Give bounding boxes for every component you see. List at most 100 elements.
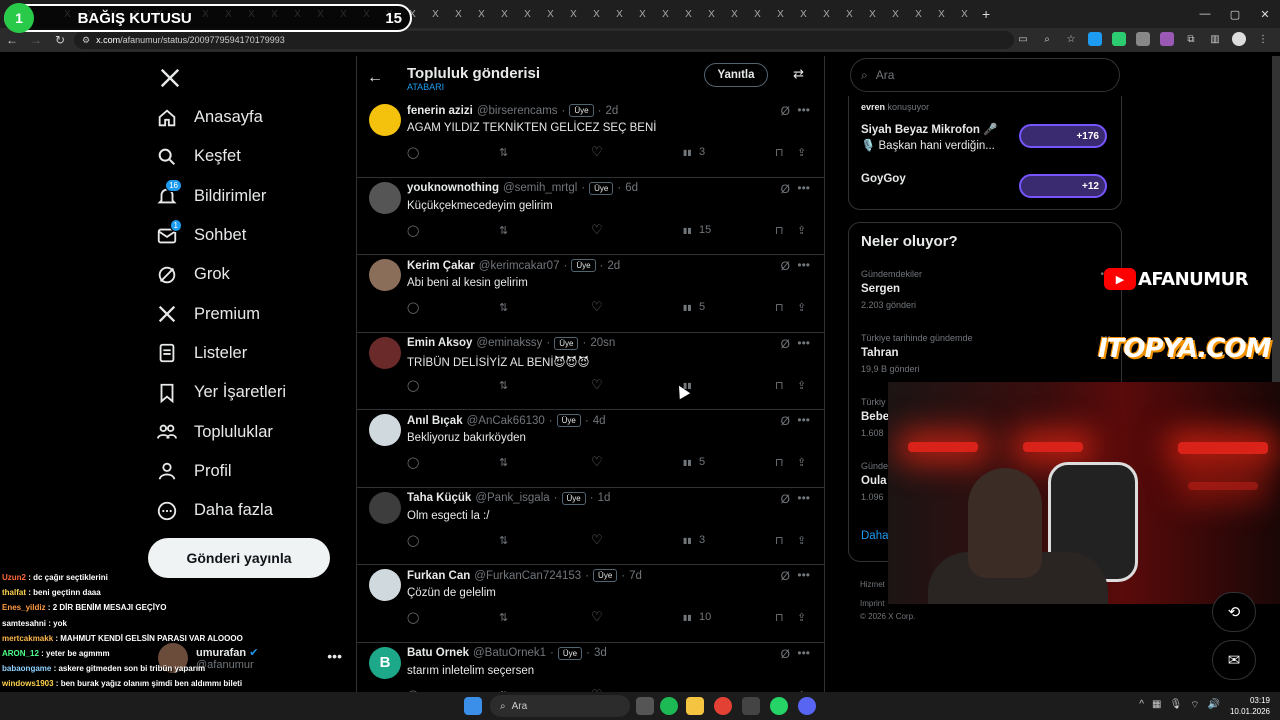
post-row[interactable]: Kerim Çakar @kerimcakar07 · Üye · 2d Abi beni … [357, 255, 824, 333]
post-timestamp[interactable]: 2d [605, 105, 618, 117]
bookmark-icon[interactable]: ⊓ [775, 224, 784, 237]
browser-tab[interactable]: X [424, 4, 447, 24]
share-icon[interactable]: ⇪ [797, 146, 806, 159]
like-icon[interactable]: ♡ [591, 144, 603, 160]
extension-icon[interactable] [1112, 32, 1126, 46]
messages-float-icon[interactable]: ✉ [1212, 640, 1256, 680]
browser-tab[interactable]: X [746, 4, 769, 24]
start-icon[interactable] [464, 697, 482, 715]
sidepanel-icon[interactable]: ▥ [1208, 32, 1222, 46]
app-icon[interactable] [742, 697, 760, 715]
browser-tab[interactable]: X [861, 4, 884, 24]
extension-icon[interactable] [1136, 32, 1150, 46]
chrome-icon[interactable] [714, 697, 732, 715]
browser-tab[interactable]: X [884, 4, 907, 24]
browser-tab[interactable]: X [723, 4, 746, 24]
reply-icon[interactable]: ◯ [407, 611, 419, 624]
reply-icon[interactable]: ◯ [407, 534, 419, 547]
browser-tab[interactable]: X [447, 4, 470, 24]
share-icon[interactable]: ⇪ [797, 224, 806, 237]
nav-item-sohbet[interactable]: 1 Sohbet [150, 216, 350, 255]
avatar[interactable] [369, 414, 401, 446]
browser-tab[interactable]: X [792, 4, 815, 24]
nav-item-profil[interactable]: Profil [150, 452, 350, 491]
more-dots-icon[interactable]: ••• [797, 491, 810, 505]
close-window-button[interactable]: ✕ [1250, 0, 1280, 28]
nav-item-topluluklar[interactable]: Topluluklar [150, 412, 350, 451]
discord-icon[interactable] [798, 697, 816, 715]
like-icon[interactable]: ♡ [591, 222, 603, 238]
reply-icon[interactable]: ◯ [407, 456, 419, 469]
bookmark-icon[interactable]: ⊓ [775, 611, 784, 624]
menu-dots-icon[interactable]: ⋮ [1256, 32, 1270, 46]
avatar[interactable]: B [369, 646, 401, 679]
browser-tab[interactable]: X [654, 4, 677, 24]
more-dots-icon[interactable]: ••• [797, 413, 810, 427]
views-icon[interactable]: ▮▮ [683, 226, 692, 235]
repost-icon[interactable]: ⇅ [499, 224, 508, 237]
views-icon[interactable]: ▮▮ [683, 613, 692, 622]
browser-tab[interactable]: X [930, 4, 953, 24]
post-author-name[interactable]: Taha Küçük [407, 492, 471, 504]
post-timestamp[interactable]: 2d [607, 260, 620, 272]
grok-icon[interactable]: Ø [781, 414, 790, 428]
browser-tab[interactable]: X [516, 4, 539, 24]
more-dots-icon[interactable]: ••• [797, 646, 810, 660]
like-icon[interactable]: ♡ [591, 299, 603, 315]
grok-icon[interactable]: Ø [781, 259, 790, 273]
browser-tab[interactable]: X [470, 4, 493, 24]
post-author-name[interactable]: Anıl Bıçak [407, 415, 463, 427]
puzzle-icon[interactable]: ⧉ [1184, 32, 1198, 46]
grok-float-icon[interactable]: ⟲ [1212, 592, 1256, 632]
whatsapp-icon[interactable] [770, 697, 788, 715]
reply-button[interactable]: Yanıtla [704, 63, 768, 87]
avatar[interactable] [369, 569, 401, 601]
grok-icon[interactable]: Ø [781, 647, 790, 661]
show-more-link[interactable]: Daha [861, 530, 889, 542]
like-icon[interactable]: ♡ [591, 532, 603, 548]
post-author-handle[interactable]: @BatuOrnek1 [473, 647, 546, 659]
trend-item[interactable]: GündemdekilerSergen2.203 gönderi••• [861, 269, 1111, 310]
wifi-icon[interactable]: ⌔ [1190, 699, 1199, 712]
clock[interactable]: 03:19 10.01.2026 [1230, 695, 1270, 717]
back-arrow-icon[interactable]: ← [367, 69, 407, 87]
post-author-handle[interactable]: @Pank_isgala [475, 492, 549, 504]
bookmark-icon[interactable]: ⊓ [775, 456, 784, 469]
reply-icon[interactable]: ◯ [407, 224, 419, 237]
grok-icon[interactable]: Ø [781, 569, 790, 583]
browser-tab[interactable]: X [815, 4, 838, 24]
url-input[interactable]: ⚙ x.com/afanumur/status/2009779594170179… [74, 31, 1014, 49]
x-logo-icon[interactable] [150, 58, 190, 98]
profile-icon[interactable] [1232, 32, 1246, 46]
post-author-name[interactable]: Emin Aksoy [407, 337, 472, 349]
scrollbar[interactable] [1272, 56, 1280, 386]
avatar[interactable] [369, 336, 401, 369]
browser-tab[interactable]: X [631, 4, 654, 24]
back-nav-icon[interactable]: ← [0, 33, 24, 47]
grok-icon[interactable]: Ø [781, 104, 790, 118]
forward-nav-icon[interactable]: → [24, 33, 48, 47]
folder-icon[interactable] [686, 697, 704, 715]
avatar[interactable] [369, 491, 401, 524]
post-timestamp[interactable]: 3d [594, 647, 607, 659]
taskbar-search[interactable]: ⌕ Ara [490, 695, 630, 717]
browser-tab[interactable]: X [769, 4, 792, 24]
nav-item-listeler[interactable]: Listeler [150, 334, 350, 373]
browser-tab[interactable]: X [493, 4, 516, 24]
nav-item-yer-i-şaretleri[interactable]: Yer İşaretleri [150, 373, 350, 412]
minimize-button[interactable]: — [1190, 0, 1220, 28]
extension-icon[interactable] [1088, 32, 1102, 46]
nav-item-keşfet[interactable]: Keşfet [150, 137, 350, 176]
post-author-name[interactable]: youknownothing [407, 182, 499, 194]
cast-icon[interactable]: ▭ [1016, 32, 1030, 46]
browser-tab[interactable]: X [700, 4, 723, 24]
extension-icon[interactable] [1160, 32, 1174, 46]
reload-icon[interactable]: ↻ [48, 33, 72, 47]
post-author-name[interactable]: fenerin azizi [407, 105, 473, 117]
repost-icon[interactable]: ⇅ [499, 611, 508, 624]
reply-icon[interactable]: ◯ [407, 301, 419, 314]
browser-tab[interactable]: X [677, 4, 700, 24]
mic-icon[interactable]: 🎙 [1169, 699, 1182, 712]
bookmark-icon[interactable]: ⊓ [775, 534, 784, 547]
post-author-handle[interactable]: @kerimcakar07 [479, 260, 560, 272]
